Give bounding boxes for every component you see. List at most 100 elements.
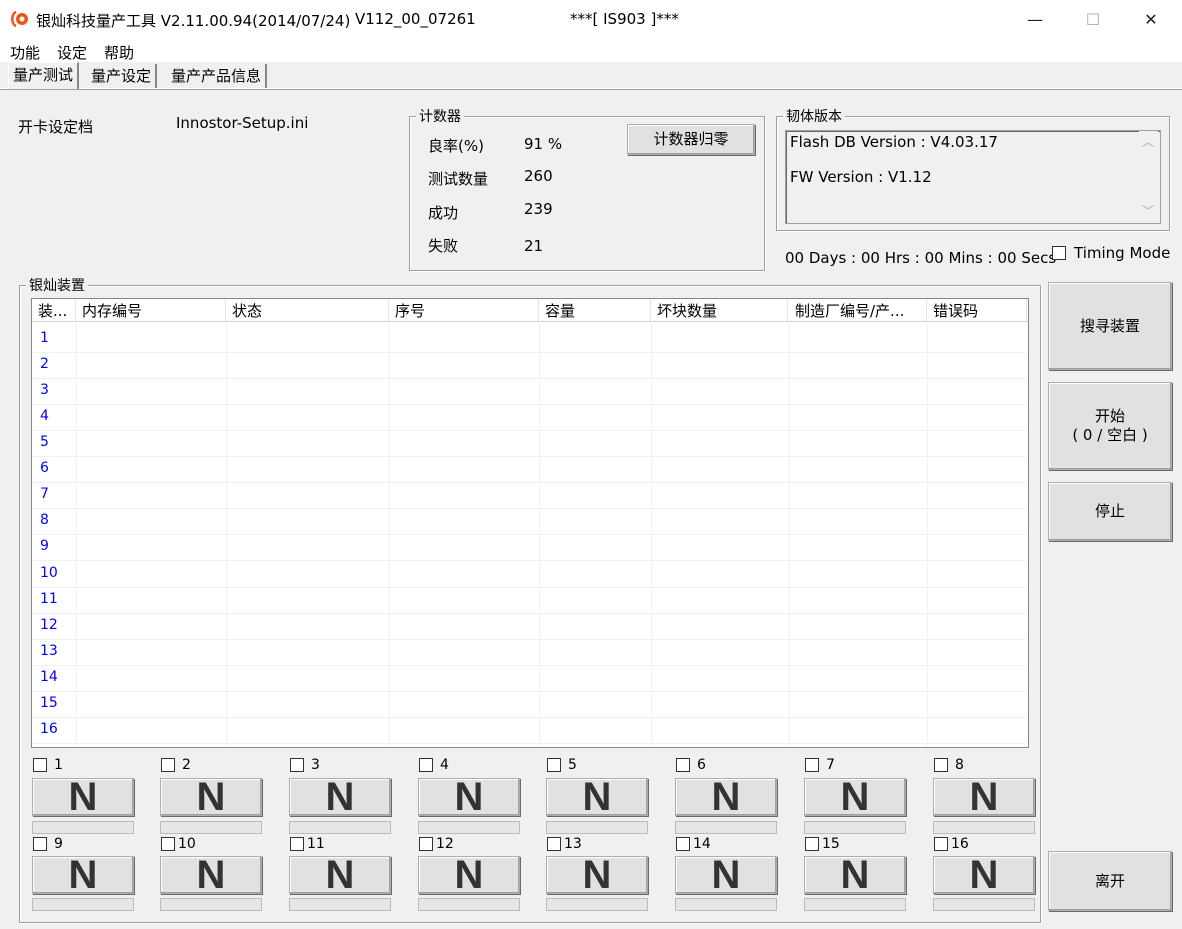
- port-label: 13: [564, 836, 582, 852]
- row-number: 11: [40, 591, 58, 607]
- col-device[interactable]: 装...: [32, 299, 76, 321]
- port-status-button[interactable]: N: [804, 775, 906, 819]
- table-row[interactable]: 2: [32, 352, 1026, 379]
- row-number: 3: [40, 382, 49, 398]
- port-status-button[interactable]: N: [804, 853, 906, 897]
- tab-product-info[interactable]: 量产产品信息: [167, 64, 268, 88]
- port-status-button[interactable]: N: [933, 775, 1035, 819]
- port-status-button[interactable]: N: [546, 853, 648, 897]
- minimize-button[interactable]: —: [1006, 0, 1064, 38]
- port-checkbox[interactable]: [290, 758, 304, 772]
- col-status[interactable]: 状态: [226, 299, 389, 321]
- port-checkbox[interactable]: [805, 837, 819, 851]
- port-status-button[interactable]: N: [418, 775, 520, 819]
- table-row[interactable]: 13: [32, 639, 1026, 666]
- table-row[interactable]: 1: [32, 326, 1026, 353]
- port-status-button[interactable]: N: [160, 853, 262, 897]
- table-row[interactable]: 8: [32, 508, 1026, 535]
- table-row[interactable]: 11: [32, 587, 1026, 614]
- col-serial[interactable]: 序号: [389, 299, 539, 321]
- row-number: 4: [40, 408, 49, 424]
- fail-value: 21: [524, 237, 544, 255]
- port-label: 14: [693, 836, 711, 852]
- port-checkbox[interactable]: [805, 758, 819, 772]
- menu-bar: [0, 38, 1182, 62]
- table-row[interactable]: 9: [32, 534, 1026, 561]
- window-title: 银灿科技量产工具 V2.11.00.94(2014/07/24): [36, 12, 351, 30]
- menu-help[interactable]: 帮助: [104, 42, 134, 63]
- scroll-down-icon[interactable]: ﹀: [1142, 202, 1154, 219]
- col-capacity[interactable]: 容量: [539, 299, 651, 321]
- success-value: 239: [524, 200, 553, 218]
- port-checkbox[interactable]: [934, 758, 948, 772]
- menu-function[interactable]: 功能: [10, 42, 40, 63]
- table-row[interactable]: 12: [32, 613, 1026, 640]
- port-status-button[interactable]: N: [289, 853, 391, 897]
- port-checkbox[interactable]: [290, 837, 304, 851]
- port-status-button[interactable]: N: [675, 853, 777, 897]
- device-table[interactable]: 装... 内存编号 状态 序号 容量 坏块数量 制造厂编号/产... 错误码 1…: [31, 298, 1029, 748]
- port-label: 4: [440, 757, 449, 773]
- col-memory-id[interactable]: 内存编号: [76, 299, 226, 321]
- row-number: 5: [40, 434, 49, 450]
- port-checkbox[interactable]: [419, 837, 433, 851]
- tab-production-test[interactable]: 量产测试: [8, 62, 80, 89]
- port-status-button[interactable]: N: [160, 775, 262, 819]
- port-status-button[interactable]: N: [32, 775, 134, 819]
- port-checkbox[interactable]: [676, 837, 690, 851]
- table-row[interactable]: 4: [32, 404, 1026, 431]
- port-checkbox[interactable]: [547, 758, 561, 772]
- close-button[interactable]: ✕: [1122, 0, 1180, 38]
- stop-button[interactable]: 停止: [1048, 482, 1172, 541]
- table-row[interactable]: 14: [32, 665, 1026, 692]
- timing-mode-checkbox[interactable]: [1052, 246, 1066, 260]
- tab-production-settings[interactable]: 量产设定: [87, 64, 158, 88]
- port-label: 2: [182, 757, 191, 773]
- port-label: 6: [697, 757, 706, 773]
- port-checkbox[interactable]: [161, 758, 175, 772]
- port-checkbox[interactable]: [33, 758, 47, 772]
- port-status-button[interactable]: N: [933, 853, 1035, 897]
- exit-button[interactable]: 离开: [1048, 851, 1172, 911]
- yield-label: 良率(%): [428, 137, 484, 155]
- window-chip-id: ***[ IS903 ]***: [570, 10, 679, 28]
- col-error-code[interactable]: 错误码: [927, 299, 1027, 321]
- search-devices-button[interactable]: 搜寻装置: [1048, 282, 1172, 370]
- port-status-button[interactable]: N: [32, 853, 134, 897]
- start-button[interactable]: 开始 ( 0 / 空白 ): [1048, 382, 1172, 470]
- timing-mode-label: Timing Mode: [1074, 244, 1171, 262]
- port-checkbox[interactable]: [547, 837, 561, 851]
- table-row[interactable]: 3: [32, 378, 1026, 405]
- port-status-button[interactable]: N: [289, 775, 391, 819]
- table-row[interactable]: 6: [32, 456, 1026, 483]
- table-row[interactable]: 5: [32, 430, 1026, 457]
- port-checkbox[interactable]: [419, 758, 433, 772]
- port-progress-bar: [32, 898, 134, 911]
- fail-label: 失败: [428, 237, 459, 255]
- firmware-group-title: 韧体版本: [783, 106, 845, 126]
- col-vendor-product[interactable]: 制造厂编号/产...: [789, 299, 927, 321]
- port-progress-bar: [289, 898, 391, 911]
- table-row[interactable]: 15: [32, 691, 1026, 718]
- port-status-button[interactable]: N: [418, 853, 520, 897]
- table-row[interactable]: 16: [32, 717, 1026, 744]
- port-progress-bar: [160, 898, 262, 911]
- port-label: 16: [951, 836, 969, 852]
- menu-settings[interactable]: 设定: [57, 42, 87, 63]
- port-status-button[interactable]: N: [546, 775, 648, 819]
- scroll-up-icon[interactable]: ︿: [1142, 133, 1154, 150]
- port-checkbox[interactable]: [161, 837, 175, 851]
- counter-reset-button[interactable]: 计数器归零: [627, 124, 755, 155]
- port-label: 15: [822, 836, 840, 852]
- table-row[interactable]: 10: [32, 561, 1026, 588]
- table-row[interactable]: 7: [32, 482, 1026, 509]
- port-label: 11: [307, 836, 325, 852]
- port-checkbox[interactable]: [33, 837, 47, 851]
- yield-value: 91 %: [524, 135, 563, 153]
- maximize-button[interactable]: ☐: [1064, 0, 1122, 38]
- port-checkbox[interactable]: [934, 837, 948, 851]
- col-bad-blocks[interactable]: 坏块数量: [651, 299, 788, 321]
- port-checkbox[interactable]: [676, 758, 690, 772]
- row-number: 9: [40, 538, 49, 554]
- port-status-button[interactable]: N: [675, 775, 777, 819]
